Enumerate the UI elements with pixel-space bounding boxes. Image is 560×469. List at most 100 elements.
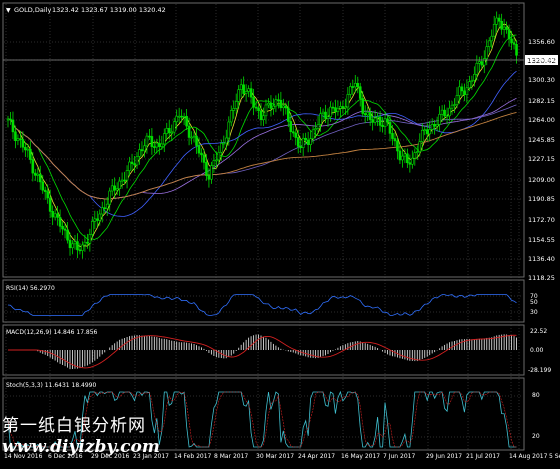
- candle-body: [301, 137, 305, 148]
- candle-body: [78, 249, 82, 252]
- candle-body: [470, 80, 474, 82]
- candle-body: [485, 46, 489, 59]
- candle-body: [76, 241, 79, 251]
- candle-body: [26, 148, 30, 151]
- candle-body: [247, 88, 250, 92]
- candle-body: [205, 162, 208, 176]
- candle-body: [455, 95, 459, 105]
- candle-body: [267, 102, 270, 106]
- candle-body: [237, 89, 240, 102]
- candle-body: [344, 106, 347, 109]
- price-axis-label: 1245.85: [528, 136, 555, 144]
- candle-body: [153, 146, 156, 148]
- candle-body: [234, 101, 238, 109]
- candle-body: [336, 108, 340, 112]
- macd-level-top: 22.52: [530, 328, 547, 335]
- candle-body: [105, 203, 109, 209]
- candle-body: [492, 24, 496, 37]
- candle-body: [438, 113, 441, 125]
- candle-body: [366, 112, 369, 116]
- price-axis-label: 1136.40: [528, 255, 555, 263]
- candle-body: [353, 83, 357, 88]
- candle-body: [210, 165, 213, 180]
- candle-body: [381, 125, 384, 127]
- price-chart[interactable]: 1320.42 ▼ GOLD,Daily 1323.42 1323.67 131…: [0, 0, 560, 469]
- candle-body: [299, 146, 303, 148]
- candle-body: [155, 142, 159, 148]
- candle-body: [229, 110, 233, 123]
- candle-body: [371, 119, 374, 123]
- candle-body: [16, 138, 20, 141]
- symbol-arrow[interactable]: ▼: [6, 7, 11, 14]
- candle-body: [418, 141, 422, 152]
- price-axis-label: 1190.85: [528, 195, 555, 203]
- moving-average-lines: [7, 23, 517, 248]
- candle-body: [289, 121, 293, 133]
- candle-body: [29, 148, 32, 160]
- candle-body: [507, 29, 511, 40]
- chart-window[interactable]: 1320.42 ▼ GOLD,Daily 1323.42 1323.67 131…: [0, 0, 560, 469]
- candle-body: [356, 83, 360, 87]
- candle-body: [475, 62, 479, 75]
- candle-body: [170, 131, 174, 134]
- candle-body: [158, 142, 161, 147]
- candle-body: [108, 190, 112, 205]
- ohlc-values: 1323.42 1323.67 1319.00 1320.42: [52, 6, 166, 14]
- price-axis: 1356.60 1336.60 1300.30 1282.15 1264.00 1245.…: [528, 38, 555, 282]
- price-axis-label: 1336.60: [528, 56, 555, 64]
- candle-body: [351, 86, 355, 88]
- candle-body: [269, 102, 273, 109]
- rsi-label: RSI(14) 56.2970: [6, 285, 55, 292]
- candle-body: [31, 159, 35, 174]
- candle-body: [118, 180, 121, 189]
- candle-body: [41, 181, 45, 191]
- date-axis-label: 24 Apr 2017: [298, 453, 335, 460]
- candle-body: [254, 106, 258, 109]
- date-axis-label: 5 Sep 2017: [549, 453, 560, 460]
- candle-body: [262, 115, 265, 120]
- macd-label: MACD(12,26,9) 14.846 17.856: [6, 329, 98, 336]
- macd-signal-line: [8, 334, 517, 369]
- candle-body: [448, 107, 451, 117]
- candle-body: [411, 157, 414, 165]
- candle-body: [378, 116, 382, 126]
- candle-body: [502, 26, 506, 30]
- candle-body: [291, 131, 295, 134]
- candle-body: [458, 86, 461, 96]
- date-axis-label: 8 Mar 2017: [214, 453, 248, 460]
- candle-body: [296, 137, 300, 147]
- candle-body: [232, 108, 236, 111]
- candle-body: [197, 145, 201, 154]
- candle-body: [91, 221, 94, 235]
- candle-body: [177, 115, 181, 118]
- candle-body: [58, 217, 62, 227]
- candle-body: [279, 99, 283, 109]
- candle-body: [172, 121, 176, 133]
- candle-body: [249, 88, 253, 98]
- candle-body: [487, 40, 491, 47]
- candle-body: [311, 129, 315, 139]
- candle-body: [133, 163, 136, 166]
- candle-body: [445, 115, 449, 118]
- candle-body: [143, 145, 146, 152]
- candle-body: [110, 185, 114, 192]
- candle-body: [43, 189, 47, 192]
- macd-level-bottom: -28.199: [528, 367, 551, 374]
- candle-body: [391, 133, 394, 139]
- price-axis-label: 1264.00: [528, 116, 555, 124]
- candle-body: [341, 106, 345, 109]
- candle-body: [319, 113, 322, 125]
- candle-body: [19, 138, 22, 140]
- candle-body: [148, 135, 151, 138]
- stoch-level-80: 80: [532, 392, 540, 399]
- candle-body: [212, 160, 216, 166]
- candle-body: [83, 241, 87, 246]
- candle-body: [443, 109, 446, 117]
- candle-body: [61, 226, 64, 230]
- candle-body: [220, 143, 223, 153]
- candle-body: [282, 105, 285, 109]
- candle-body: [294, 132, 298, 138]
- candle-body: [128, 161, 131, 171]
- date-axis-label: 14 Feb 2017: [174, 453, 212, 460]
- candle-body: [162, 133, 166, 145]
